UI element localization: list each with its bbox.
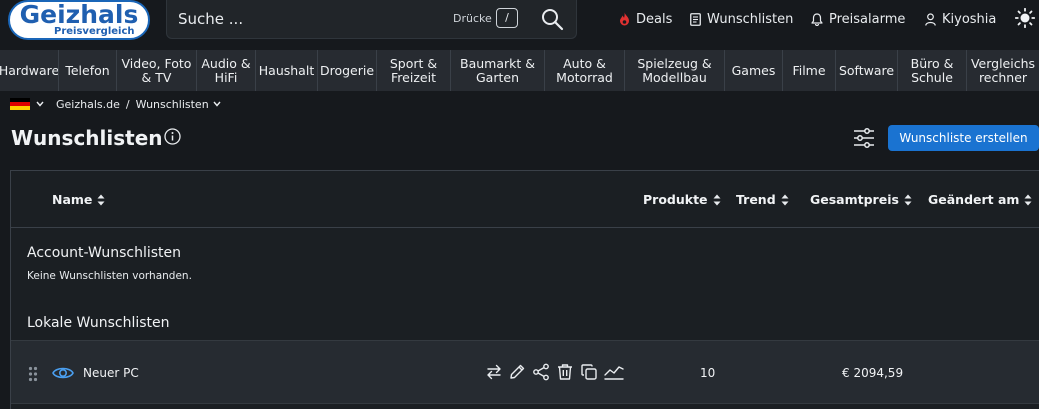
nav-user-account[interactable]: Kiyoshia bbox=[925, 9, 996, 29]
list-icon bbox=[690, 12, 701, 26]
user-icon bbox=[925, 12, 936, 26]
eye-icon[interactable] bbox=[52, 365, 74, 381]
column-modified[interactable]: Geändert am bbox=[928, 192, 1032, 207]
site-header: Geizhals Preisvergleich Drücke / Deals W… bbox=[0, 0, 1039, 50]
category-item[interactable]: Baumarkt & Garten bbox=[451, 50, 545, 91]
breadcrumb-home[interactable]: Geizhals.de bbox=[56, 98, 120, 111]
category-item[interactable]: Büro & Schule bbox=[898, 50, 967, 91]
column-total-price[interactable]: Gesamtpreis bbox=[810, 192, 912, 207]
transfer-icon[interactable] bbox=[485, 363, 503, 381]
breadcrumb: Geizhals.de / Wunschlisten bbox=[10, 96, 221, 112]
account-wishlists-heading: Account-Wunschlisten bbox=[27, 245, 182, 261]
category-item[interactable]: Games bbox=[725, 50, 783, 91]
column-trend[interactable]: Trend bbox=[736, 192, 789, 207]
germany-flag-icon[interactable] bbox=[10, 98, 30, 110]
search-shortcut-hint: Drücke bbox=[453, 12, 492, 25]
chevron-down-icon[interactable] bbox=[36, 101, 44, 107]
account-wishlists-empty: Keine Wunschlisten vorhanden. bbox=[27, 270, 192, 282]
local-wishlists-heading: Lokale Wunschlisten bbox=[27, 315, 170, 331]
sun-icon[interactable] bbox=[1015, 8, 1035, 28]
logo-subtitle: Preisvergleich bbox=[54, 26, 135, 37]
bell-icon bbox=[811, 12, 823, 26]
column-modified-label: Geändert am bbox=[928, 192, 1020, 207]
page-title: Wunschlisten bbox=[11, 126, 163, 150]
trash-icon[interactable] bbox=[556, 363, 574, 381]
edit-icon[interactable] bbox=[508, 363, 526, 381]
category-item[interactable]: Auto & Motorrad bbox=[545, 50, 625, 91]
wishlist-product-count: 10 bbox=[700, 366, 716, 380]
column-name[interactable]: Name bbox=[52, 192, 105, 207]
search-bar: Drücke / bbox=[166, 0, 577, 39]
drag-handle-icon[interactable] bbox=[28, 366, 38, 382]
category-item[interactable]: Drogerie bbox=[318, 50, 377, 91]
category-item[interactable]: Audio & HiFi bbox=[197, 50, 256, 91]
table-header: Name Produkte Trend Gesamtpreis Geändert… bbox=[11, 171, 1039, 228]
category-bar: Hardware Telefon Video, Foto & TV Audio … bbox=[0, 50, 1039, 91]
wishlist-name[interactable]: Neuer PC bbox=[83, 366, 139, 380]
chevron-down-icon[interactable] bbox=[213, 101, 221, 107]
filter-settings-icon[interactable] bbox=[853, 127, 875, 149]
sort-icon bbox=[713, 194, 721, 205]
column-trend-label: Trend bbox=[736, 192, 776, 207]
logo-wordmark: Geizhals bbox=[19, 0, 139, 29]
create-wishlist-button[interactable]: Wunschliste erstellen bbox=[888, 125, 1039, 151]
category-item[interactable]: Telefon bbox=[59, 50, 117, 91]
category-item[interactable]: Spielzeug & Modellbau bbox=[625, 50, 725, 91]
column-name-label: Name bbox=[52, 192, 93, 207]
search-shortcut-key: / bbox=[496, 8, 518, 28]
category-item[interactable]: Haushalt bbox=[256, 50, 318, 91]
sort-icon bbox=[97, 194, 105, 205]
search-icon[interactable] bbox=[540, 7, 564, 31]
column-total-price-label: Gesamtpreis bbox=[810, 192, 899, 207]
info-icon[interactable] bbox=[164, 128, 181, 145]
category-item[interactable]: Video, Foto & TV bbox=[117, 50, 197, 91]
geizhals-logo[interactable]: Geizhals Preisvergleich bbox=[8, 0, 150, 40]
flame-icon bbox=[620, 12, 629, 26]
copy-icon[interactable] bbox=[580, 363, 598, 381]
breadcrumb-current[interactable]: Wunschlisten bbox=[136, 98, 209, 111]
nav-user-label: Kiyoshia bbox=[942, 11, 997, 27]
sort-icon bbox=[781, 194, 789, 205]
wishlist-table: Name Produkte Trend Gesamtpreis Geändert… bbox=[10, 170, 1039, 409]
wishlist-total-price: € 2094,59 bbox=[842, 366, 904, 380]
nav-deals-label: Deals bbox=[636, 11, 673, 27]
column-products-label: Produkte bbox=[643, 192, 708, 207]
category-item[interactable]: Sport & Freizeit bbox=[377, 50, 451, 91]
nav-price-alarms[interactable]: Preisalarme bbox=[811, 9, 905, 29]
nav-price-alarms-label: Preisalarme bbox=[829, 11, 906, 27]
category-item[interactable]: Software bbox=[836, 50, 898, 91]
table-row[interactable]: Neuer PC 10 € 2094,59 bbox=[11, 340, 1039, 404]
search-input[interactable] bbox=[178, 10, 428, 28]
breadcrumb-separator: / bbox=[125, 97, 130, 111]
category-item[interactable]: Hardware bbox=[0, 50, 59, 91]
column-products[interactable]: Produkte bbox=[643, 192, 721, 207]
sort-icon bbox=[904, 194, 912, 205]
category-item[interactable]: Vergleichs rechner bbox=[967, 50, 1039, 91]
nav-wishlists[interactable]: Wunschlisten bbox=[690, 9, 793, 29]
price-history-icon[interactable] bbox=[604, 363, 624, 381]
sort-icon bbox=[1024, 194, 1032, 205]
category-item[interactable]: Filme bbox=[783, 50, 836, 91]
nav-deals[interactable]: Deals bbox=[619, 9, 672, 29]
nav-wishlists-label: Wunschlisten bbox=[707, 11, 794, 27]
share-icon[interactable] bbox=[532, 363, 550, 381]
